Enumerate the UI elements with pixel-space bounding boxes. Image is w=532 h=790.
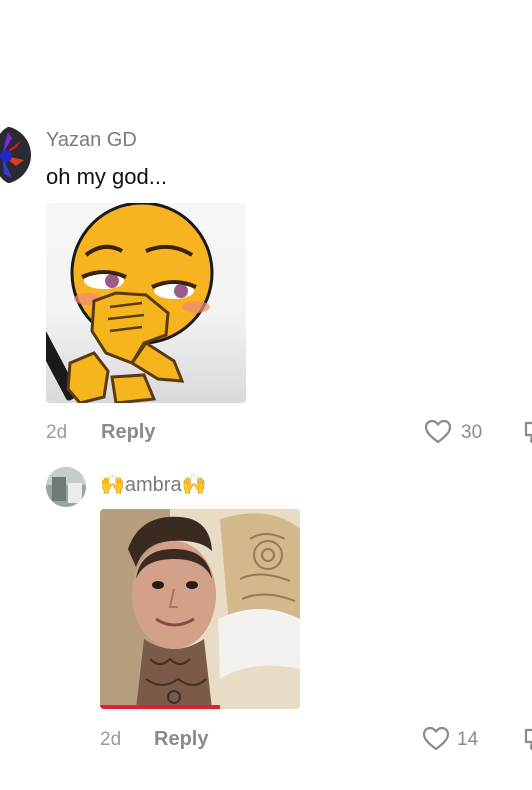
blushing-emoji-image [46,203,214,403]
avatar-image [0,126,31,184]
reply-button[interactable]: Reply [154,728,208,751]
heart-outline-icon [424,419,452,444]
like-button[interactable]: 14 [422,726,484,754]
like-count: 30 [461,422,483,443]
comment-sticker[interactable] [46,203,246,403]
like-button[interactable]: 30 [424,419,486,447]
dislike-button[interactable] [522,726,532,752]
avatar-ambra[interactable] [46,467,86,507]
like-count: 14 [457,729,479,750]
comment-age: 2d [46,422,68,443]
avatar-image [46,467,86,507]
comment-username[interactable]: Yazan GD [46,129,137,152]
thumbs-down-icon [524,421,532,444]
comment-username[interactable]: 🙌ambra🙌 [100,472,207,497]
heart-outline-icon [422,726,450,751]
dislike-button[interactable] [522,419,532,445]
comment-text: oh my god... [46,164,168,189]
selfie-photo-image [100,509,300,709]
reply-button[interactable]: Reply [101,421,155,444]
thumbs-down-icon [524,728,532,751]
avatar-yazan[interactable] [0,126,32,184]
comment-photo[interactable] [100,509,300,709]
comment-age: 2d [100,729,122,750]
